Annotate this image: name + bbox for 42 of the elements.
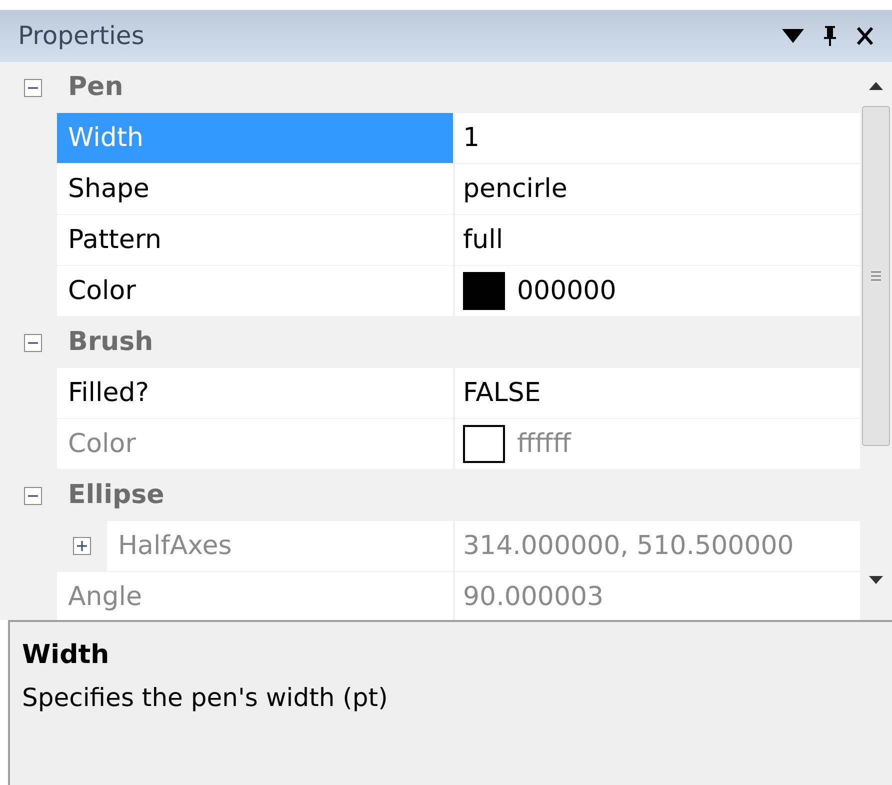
description-text: Specifies the pen's width (pt) xyxy=(22,682,389,714)
category-label: Pen xyxy=(67,71,124,104)
property-name: Filled? xyxy=(67,376,150,410)
property-value-cell[interactable]: FALSE xyxy=(455,368,860,418)
property-name: Shape xyxy=(67,172,150,206)
property-value-cell[interactable]: pencirle xyxy=(455,164,860,214)
property-name: Angle xyxy=(67,580,142,614)
property-value-cell[interactable]: full xyxy=(455,215,860,265)
property-value: full xyxy=(463,224,504,256)
panel-title: Properties xyxy=(18,20,146,52)
property-value: 90.000003 xyxy=(463,580,604,614)
dropdown-icon[interactable] xyxy=(782,29,804,43)
property-value-cell[interactable]: 1 xyxy=(455,113,860,163)
property-name-cell[interactable]: Width xyxy=(57,113,455,163)
property-value: 314.000000, 510.500000 xyxy=(463,530,794,562)
property-name: Color xyxy=(67,428,136,460)
property-name-cell[interactable]: Color xyxy=(57,266,455,316)
property-name: Width xyxy=(67,122,144,154)
property-value: 1 xyxy=(463,122,480,154)
grip-icon xyxy=(871,271,881,281)
category-label: Ellipse xyxy=(67,479,164,512)
description-title: Width xyxy=(22,639,110,672)
collapse-icon[interactable] xyxy=(24,334,42,352)
property-name-cell[interactable]: Shape xyxy=(57,164,455,214)
scrollbar-thumb[interactable] xyxy=(862,106,890,446)
pin-icon[interactable] xyxy=(822,25,838,47)
property-name: HalfAxes xyxy=(117,530,232,562)
property-name-cell[interactable]: Pattern xyxy=(57,215,455,265)
collapse-icon[interactable] xyxy=(24,486,42,504)
property-name-cell[interactable]: Filled? xyxy=(57,368,455,418)
close-icon[interactable] xyxy=(856,26,874,46)
property-name: Color xyxy=(67,274,136,308)
property-value: ffffff xyxy=(517,428,571,460)
property-value: 000000 xyxy=(517,274,616,308)
property-value-cell[interactable]: 000000 xyxy=(455,266,860,316)
property-name: Pattern xyxy=(67,224,162,256)
property-value: FALSE xyxy=(463,376,541,410)
category-label: Brush xyxy=(67,326,154,359)
scroll-up-icon[interactable] xyxy=(869,82,883,90)
scroll-down-icon[interactable] xyxy=(869,576,883,584)
collapse-icon[interactable] xyxy=(24,78,42,96)
property-value: pencirle xyxy=(463,172,568,206)
